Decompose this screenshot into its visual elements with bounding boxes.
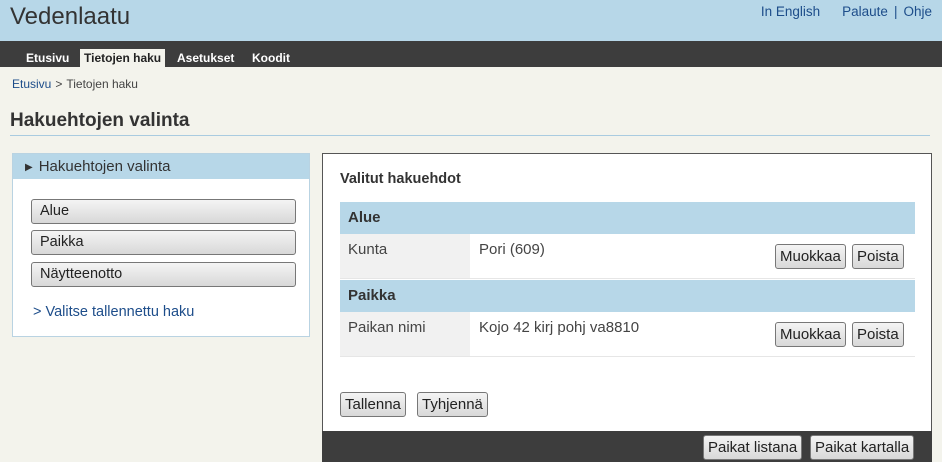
in-english-link[interactable]: In English	[761, 4, 820, 19]
criteria-panel-header[interactable]: ▶ Hakuehtojen valinta	[13, 154, 309, 179]
edit-alue-button[interactable]: Muokkaa	[775, 244, 846, 269]
header: Vedenlaatu In English Palaute | Ohje	[0, 0, 942, 41]
criteria-row: Kunta Pori (609) Muokkaa Poista	[340, 234, 915, 279]
tab-etusivu[interactable]: Etusivu	[22, 49, 73, 67]
remove-alue-button[interactable]: Poista	[852, 244, 904, 269]
row-label: Paikan nimi	[340, 312, 470, 356]
remove-paikka-button[interactable]: Poista	[852, 322, 904, 347]
section-paikka: Paikka	[340, 280, 915, 312]
title-divider	[10, 135, 930, 136]
tab-tietojen-haku[interactable]: Tietojen haku	[80, 49, 166, 67]
save-button[interactable]: Tallenna	[340, 392, 406, 417]
main-nav: Etusivu Tietojen haku Asetukset Koodit	[0, 41, 942, 67]
naytteenotto-button[interactable]: Näytteenotto	[31, 262, 296, 287]
feedback-link[interactable]: Palaute	[842, 4, 888, 19]
criteria-panel: ▶ Hakuehtojen valinta Alue Paikka Näyttee…	[12, 153, 310, 337]
top-links-separator: |	[893, 4, 898, 19]
selected-criteria-title: Valitut hakuehdot	[340, 171, 461, 187]
criteria-row: Paikan nimi Kojo 42 kirj pohj va8810 Muo…	[340, 312, 915, 357]
top-links: In English Palaute | Ohje	[761, 4, 932, 19]
app-title: Vedenlaatu	[10, 3, 131, 30]
row-label: Kunta	[340, 234, 470, 278]
breadcrumb-separator: >	[55, 77, 63, 91]
section-alue: Alue	[340, 202, 915, 234]
clear-button[interactable]: Tyhjennä	[417, 392, 488, 417]
edit-paikka-button[interactable]: Muokkaa	[775, 322, 846, 347]
tab-asetukset[interactable]: Asetukset	[173, 49, 238, 67]
breadcrumb-current: Tietojen haku	[66, 77, 138, 91]
saved-search-link[interactable]: > Valitse tallennettu haku	[33, 304, 194, 320]
page-title: Hakuehtojen valinta	[10, 110, 190, 131]
criteria-panel-title: Hakuehtojen valinta	[38, 158, 171, 175]
show-on-map-button[interactable]: Paikat kartalla	[810, 435, 915, 460]
paikka-button[interactable]: Paikka	[31, 230, 296, 255]
breadcrumb-home-link[interactable]: Etusivu	[12, 77, 51, 91]
alue-button[interactable]: Alue	[31, 199, 296, 224]
row-value: Kojo 42 kirj pohj va8810	[479, 319, 640, 336]
breadcrumb: Etusivu > Tietojen haku	[12, 77, 138, 91]
tab-koodit[interactable]: Koodit	[248, 49, 294, 67]
help-link[interactable]: Ohje	[903, 4, 932, 19]
triangle-right-icon: ▶	[25, 162, 33, 173]
row-value: Pori (609)	[479, 241, 545, 258]
results-bar: Paikat listana Paikat kartalla	[322, 431, 932, 462]
show-as-list-button[interactable]: Paikat listana	[703, 435, 803, 460]
selected-criteria-panel: Valitut hakuehdot Alue Kunta Pori (609) …	[322, 153, 932, 462]
